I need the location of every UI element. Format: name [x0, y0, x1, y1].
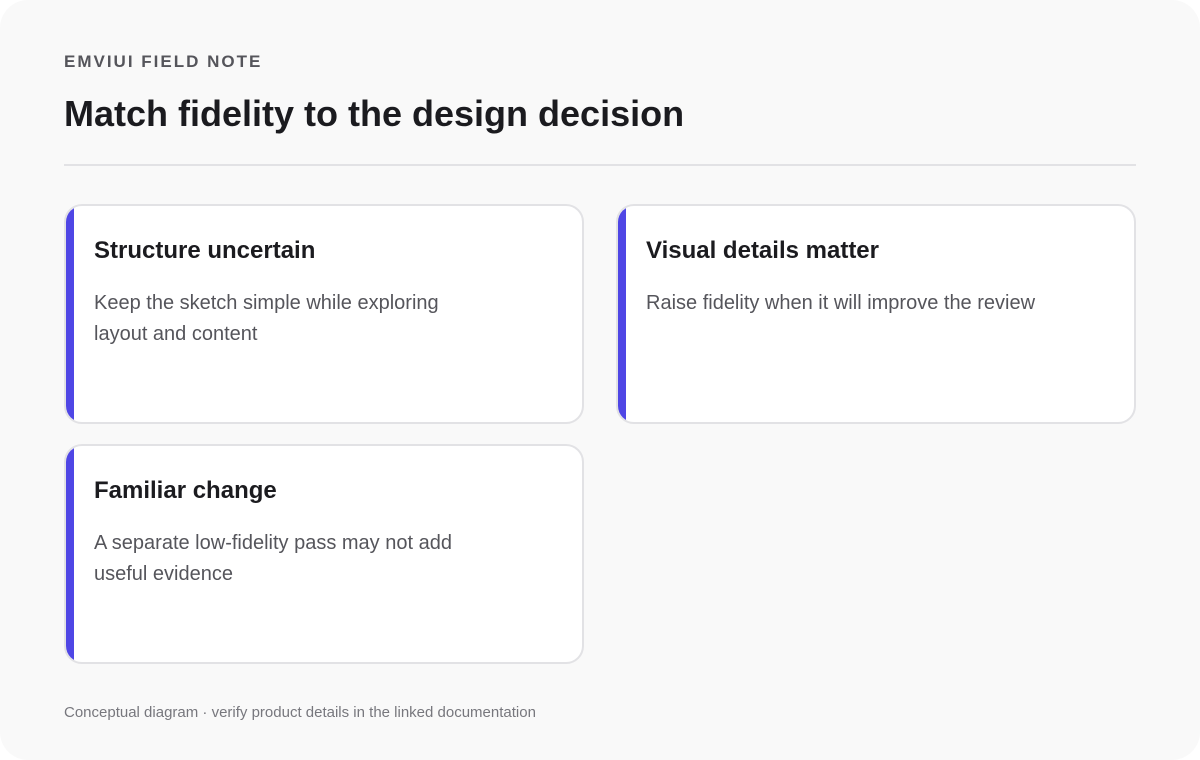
page-title: Match fidelity to the design decision	[64, 93, 685, 134]
header-divider	[64, 164, 1136, 166]
card-accent-bar	[618, 206, 626, 422]
card-body: Keep the sketch simple while exploring l…	[94, 292, 439, 345]
card-familiar-change: Familiar change A separate low-fidelity …	[64, 444, 584, 664]
card-body: A separate low-fidelity pass may not add…	[94, 532, 452, 585]
card-accent-bar	[66, 446, 74, 662]
card-body: Raise fidelity when it will improve the …	[646, 292, 1036, 314]
card-title: Structure uncertain	[94, 237, 316, 264]
field-note-panel: EMVIUI FIELD NOTE Match fidelity to the …	[0, 0, 1200, 760]
card-accent-bar	[66, 206, 74, 422]
card-visual-details-matter: Visual details matter Raise fidelity whe…	[616, 204, 1136, 424]
eyebrow-label: EMVIUI FIELD NOTE	[64, 52, 263, 71]
card-structure-uncertain: Structure uncertain Keep the sketch simp…	[64, 204, 584, 424]
card-title: Visual details matter	[646, 237, 879, 264]
card-title: Familiar change	[94, 477, 277, 504]
footer-note: Conceptual diagram · verify product deta…	[64, 704, 536, 721]
